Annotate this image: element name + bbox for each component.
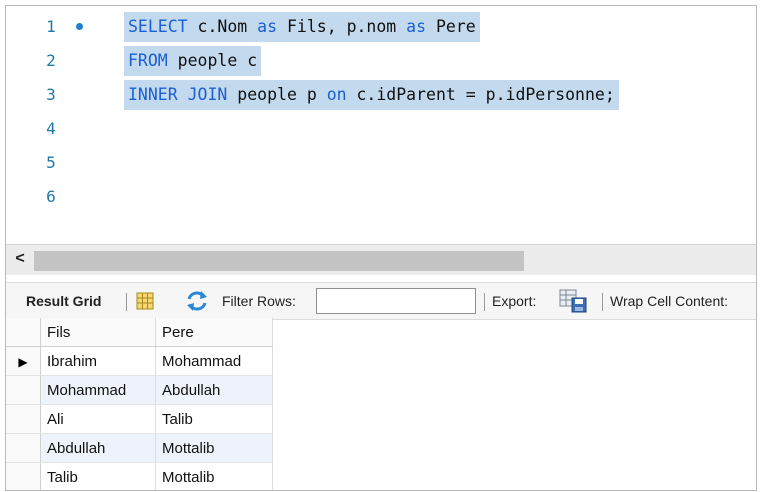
sql-keyword: INNER JOIN [128,85,228,104]
sql-text: c.Nom [187,17,258,36]
editor-line: 3 INNER JOIN people p on c.idParent = p.… [6,80,756,110]
table-row[interactable]: ▶ Ibrahim Mohammad [6,346,273,376]
cell-fils[interactable]: Ali [40,404,156,434]
cell-pere[interactable]: Mottalib [155,433,273,463]
export-label: Export: [492,293,537,309]
line-number: 6 [46,187,56,206]
sql-editor[interactable]: 1 SELECT c.Nom as Fils, p.nom as Pere 2 … [6,6,756,244]
column-header-pere[interactable]: Pere [155,318,273,347]
toolbar-divider [484,293,485,311]
sql-keyword: FROM [128,51,168,70]
cell-fils[interactable]: Mohammad [40,375,156,405]
table-row[interactable]: Talib Mottalib [6,462,273,490]
row-header [6,462,41,490]
toolbar-divider [602,293,603,311]
row-header-corner [6,318,41,347]
sql-text: c.idParent = p.idPersonne; [346,85,615,104]
sql-keyword: on [326,85,347,104]
sql-keyword: as [406,17,427,36]
line-number: 3 [46,85,56,104]
sql-keyword: SELECT [128,17,188,36]
column-header-fils[interactable]: Fils [40,318,156,347]
scroll-left-icon[interactable]: < [10,249,30,269]
editor-line: 6 [6,182,756,212]
cell-fils[interactable]: Abdullah [40,433,156,463]
editor-line: 4 [6,114,756,144]
result-grid-tab[interactable]: Result Grid [26,283,101,319]
result-toolbar: Result Grid Filter Rows: Export: Wrap Ce… [6,282,756,320]
result-grid: Fils Pere ▶ Ibrahim Mohammad Mohammad Ab… [6,318,273,490]
table-row[interactable]: Ali Talib [6,404,273,434]
line-number: 1 [46,17,56,36]
table-row[interactable]: Mohammad Abdullah [6,375,273,405]
row-header [6,433,41,463]
header-row: Fils Pere [6,318,273,347]
row-header [6,375,41,405]
code-line-1[interactable]: SELECT c.Nom as Fils, p.nom as Pere [124,12,480,42]
code-line-3[interactable]: INNER JOIN people p on c.idParent = p.id… [124,80,619,110]
filter-rows-input[interactable] [316,288,476,314]
cell-fils[interactable]: Ibrahim [40,346,156,376]
result-table: Fils Pere ▶ Ibrahim Mohammad Mohammad Ab… [6,318,273,490]
filter-rows-label: Filter Rows: [222,293,296,309]
cell-pere[interactable]: Mottalib [155,462,273,490]
row-header [6,404,41,434]
sql-text: Pere [426,17,476,36]
sql-text: Fils, p.nom [277,17,407,36]
horizontal-scrollbar[interactable]: < [6,244,756,275]
grid-layout-icon[interactable] [135,291,155,311]
current-row-icon: ▶ [6,346,41,376]
sql-workbench-panel: 1 SELECT c.Nom as Fils, p.nom as Pere 2 … [5,5,757,491]
row-pointer-icon: ▶ [18,354,28,369]
scrollbar-thumb[interactable] [34,251,524,271]
editor-line: 2 FROM people c [6,46,756,76]
wrap-cell-content-label: Wrap Cell Content: [610,293,729,309]
editor-line: 1 SELECT c.Nom as Fils, p.nom as Pere [6,12,756,42]
sql-keyword: as [257,17,278,36]
toolbar-divider [126,293,127,311]
table-row[interactable]: Abdullah Mottalib [6,433,273,463]
sql-text: people c [167,51,258,70]
cell-fils[interactable]: Talib [40,462,156,490]
refresh-icon[interactable] [184,290,210,312]
code-line-2[interactable]: FROM people c [124,46,262,76]
line-number: 5 [46,153,56,172]
line-number: 2 [46,51,56,70]
execution-marker-icon [76,23,83,30]
line-number: 4 [46,119,56,138]
sql-text: people p [227,85,327,104]
export-icon[interactable] [559,289,589,313]
cell-pere[interactable]: Talib [155,404,273,434]
editor-line: 5 [6,148,756,178]
cell-pere[interactable]: Mohammad [155,346,273,376]
cell-pere[interactable]: Abdullah [155,375,273,405]
